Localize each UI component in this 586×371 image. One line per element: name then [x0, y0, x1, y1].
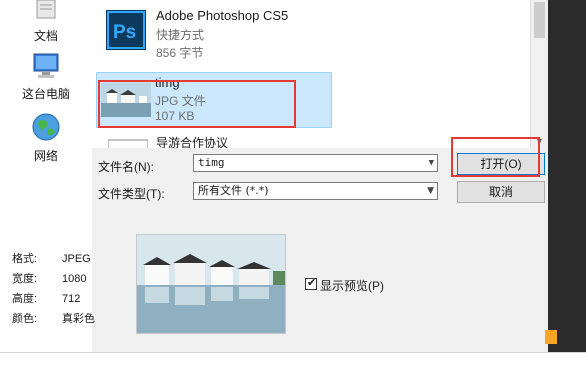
filename-value: timg [198, 156, 225, 169]
nav-item-label: 文档 [33, 29, 58, 43]
image-preview [136, 234, 286, 334]
preview-image [137, 235, 285, 333]
file-list-scrollbar[interactable]: ▼ [530, 0, 548, 148]
nav-item-documents[interactable]: 文档 [6, 0, 86, 44]
window-edge [548, 0, 586, 352]
detail-label: 颜色: [12, 313, 38, 325]
document-icon [108, 139, 148, 148]
nav-item-network[interactable]: 网络 [6, 112, 86, 164]
photoshop-icon: Ps [106, 10, 146, 50]
chevron-down-icon[interactable]: ▼ [429, 155, 434, 171]
show-preview-checkbox[interactable]: ✔ [305, 277, 317, 290]
network-icon [32, 113, 60, 141]
detail-value: JPEG [62, 253, 91, 265]
detail-label: 格式: [12, 253, 38, 265]
nav-item-label: 这台电脑 [21, 87, 70, 101]
detail-format: 格式: JPEG [12, 250, 91, 266]
nav-item-this-pc[interactable]: 这台电脑 [6, 52, 86, 102]
detail-color: 颜色: 真彩色 [12, 310, 95, 326]
file-name: 导游合作协议 [156, 136, 229, 148]
cancel-button[interactable]: 取消 [457, 181, 545, 203]
resize-grip-icon[interactable] [545, 330, 557, 344]
svg-text:Ps: Ps [113, 22, 136, 43]
detail-width: 宽度: 1080 [12, 270, 86, 286]
file-list: Ps Adobe Photoshop CS5 快捷方式 856 字节 timg … [92, 0, 530, 148]
chevron-down-icon[interactable]: ▼ [427, 183, 434, 199]
list-item[interactable]: Ps Adobe Photoshop CS5 快捷方式 856 字节 [98, 6, 328, 66]
filename-input[interactable]: timg ▼ [193, 154, 438, 172]
file-name: Adobe Photoshop CS5 [156, 8, 289, 23]
detail-label: 宽度: [12, 273, 38, 285]
filetype-select[interactable]: 所有文件 (*.*) ▼ [193, 182, 438, 200]
detail-value: 真彩色 [62, 313, 95, 325]
file-type: 快捷方式 [156, 28, 205, 42]
detail-label: 高度: [12, 293, 38, 305]
show-preview-label: 显示预览(P) [320, 279, 384, 293]
detail-value: 1080 [62, 273, 87, 285]
documents-icon [36, 0, 56, 19]
annotation-highlight [451, 137, 540, 177]
filetype-value: 所有文件 (*.*) [198, 184, 269, 197]
list-item[interactable]: 导游合作协议 [98, 132, 328, 148]
filetype-label: 文件类型(T): [98, 187, 165, 201]
status-bar [0, 352, 586, 371]
computer-icon [33, 53, 59, 78]
check-icon: ✔ [307, 277, 317, 289]
scrollbar-thumb[interactable] [534, 2, 545, 38]
detail-height: 高度: 712 [12, 290, 80, 306]
nav-item-label: 网络 [33, 149, 58, 163]
filename-label: 文件名(N): [98, 160, 154, 174]
annotation-highlight [98, 80, 296, 128]
detail-value: 712 [62, 293, 81, 305]
file-size: 856 字节 [156, 46, 204, 60]
